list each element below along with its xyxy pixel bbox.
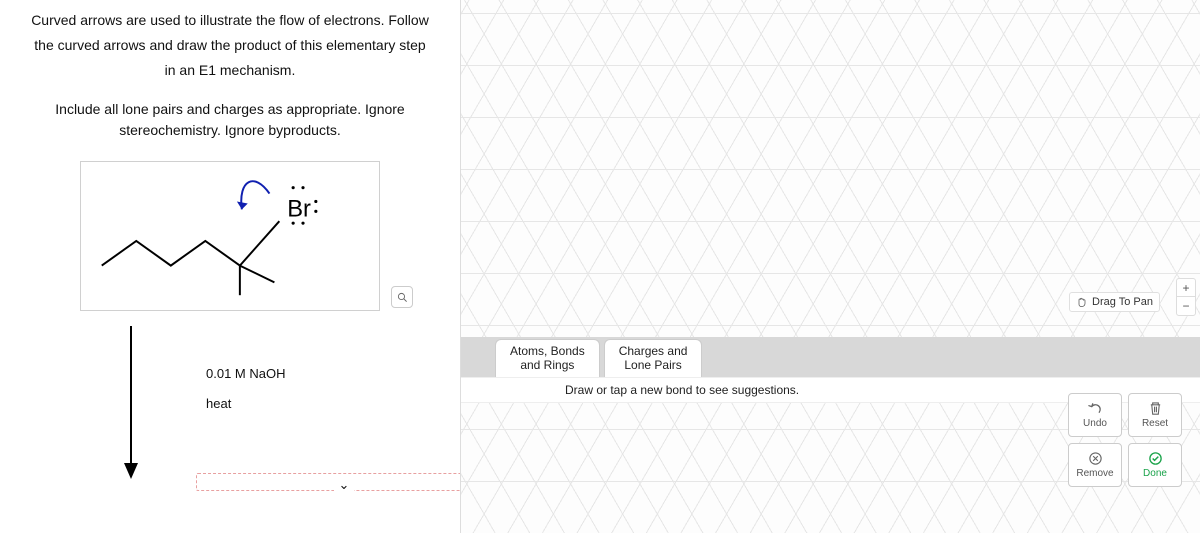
zoom-controls: + − (1176, 278, 1196, 316)
molecule-box: Br (80, 161, 380, 311)
undo-icon (1088, 401, 1103, 416)
suggestion-text: Draw or tap a new bond to see suggestion… (565, 383, 799, 397)
tab-atoms-bonds-rings[interactable]: Atoms, Bonds and Rings (495, 339, 600, 377)
zoom-in-button[interactable]: + (1177, 279, 1195, 297)
drag-to-pan-label: Drag To Pan (1092, 296, 1153, 308)
undo-button[interactable]: Undo (1068, 393, 1122, 437)
reaction-arrow-block: 0.01 M NaOH heat ⌄ (116, 321, 444, 491)
q-line-2: the curved arrows and draw the product o… (16, 35, 444, 56)
remove-icon (1088, 451, 1103, 466)
magnify-icon[interactable] (391, 286, 413, 308)
tab2-line1: Charges and (619, 345, 688, 359)
molecule-structure: Br (81, 162, 379, 310)
chevron-down-icon[interactable]: ⌄ (334, 477, 354, 493)
reaction-arrow-icon (116, 321, 146, 481)
drag-to-pan-button[interactable]: Drag To Pan (1069, 292, 1160, 312)
zoom-out-button[interactable]: − (1177, 297, 1195, 315)
remove-label: Remove (1076, 468, 1113, 479)
undo-label: Undo (1083, 418, 1107, 429)
q-line-1: Curved arrows are used to illustrate the… (16, 10, 444, 31)
reset-button[interactable]: Reset (1128, 393, 1182, 437)
sub-line-1: Include all lone pairs and charges as ap… (16, 99, 444, 120)
question-text: Curved arrows are used to illustrate the… (16, 10, 444, 81)
toolbar: Atoms, Bonds and Rings Charges and Lone … (461, 337, 1200, 377)
temperature-text: heat (206, 396, 231, 411)
tab1-line1: Atoms, Bonds (510, 345, 585, 359)
done-label: Done (1143, 468, 1167, 479)
reset-label: Reset (1142, 418, 1168, 429)
remove-button[interactable]: Remove (1068, 443, 1122, 487)
reagent-text: 0.01 M NaOH (206, 366, 285, 381)
check-icon (1148, 451, 1163, 466)
product-placeholder[interactable] (196, 473, 460, 491)
done-button[interactable]: Done (1128, 443, 1182, 487)
trash-icon (1148, 401, 1163, 416)
hand-icon (1076, 296, 1088, 308)
tab-charges-lone-pairs[interactable]: Charges and Lone Pairs (604, 339, 703, 377)
control-buttons: Undo Reset Remove Done (1068, 393, 1182, 487)
svg-text:Br: Br (287, 196, 311, 222)
drawing-canvas[interactable]: Drag To Pan + − Atoms, Bonds and Rings C… (460, 0, 1200, 533)
question-panel: Curved arrows are used to illustrate the… (0, 0, 460, 533)
tab2-line2: Lone Pairs (619, 359, 688, 373)
sub-line-2: stereochemistry. Ignore byproducts. (16, 120, 444, 141)
tab1-line2: and Rings (510, 359, 585, 373)
sub-instructions: Include all lone pairs and charges as ap… (16, 99, 444, 141)
q-line-3: in an E1 mechanism. (16, 60, 444, 81)
